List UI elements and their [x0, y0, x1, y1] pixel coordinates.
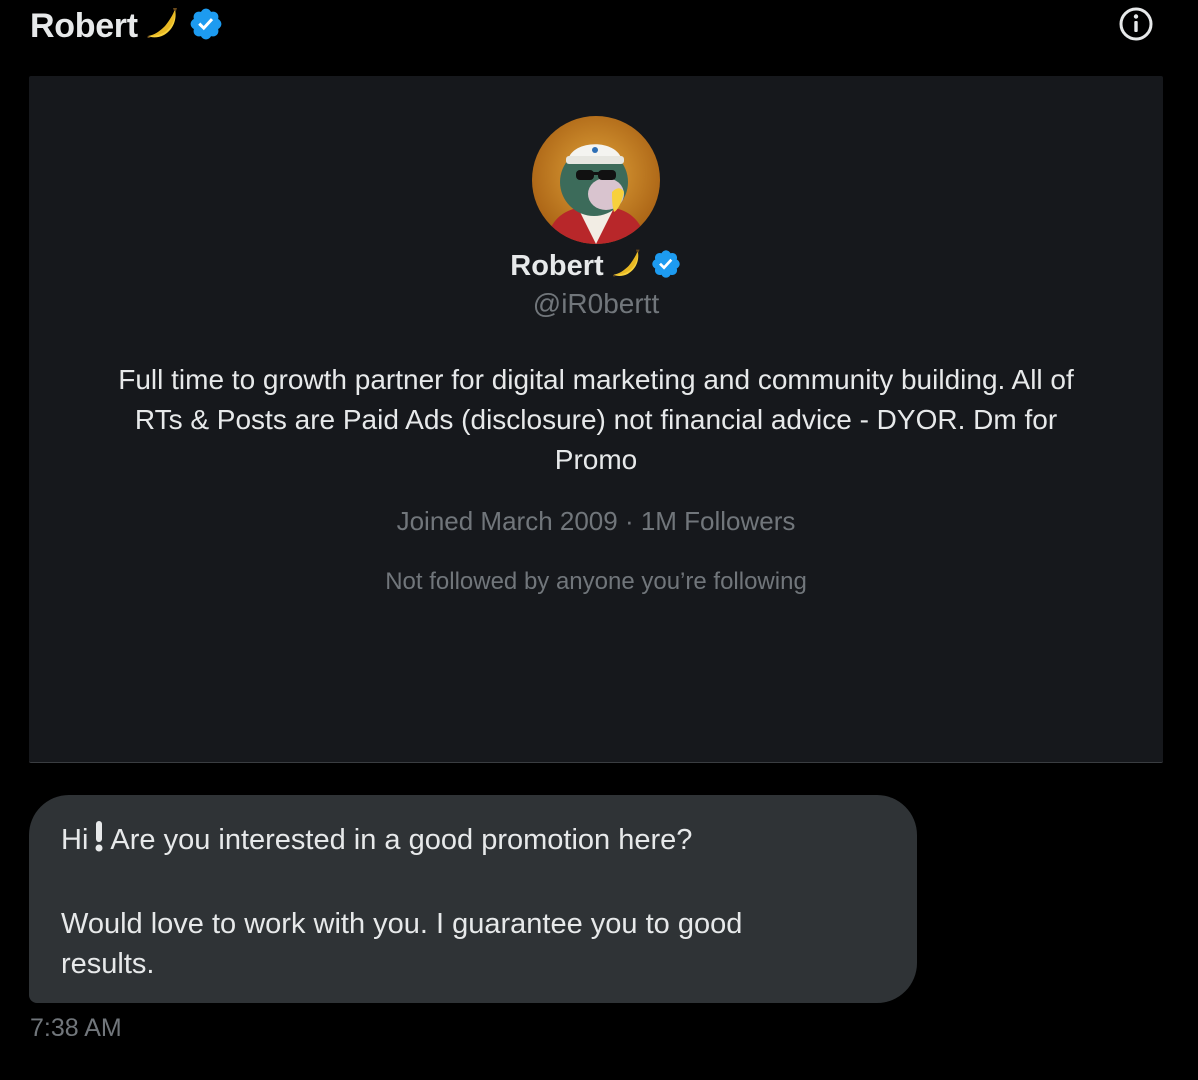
followed-by-note: Not followed by anyone you’re following	[385, 568, 807, 595]
message-line: Would love to work with you. I guarantee…	[61, 908, 743, 940]
info-icon[interactable]	[1118, 6, 1154, 42]
avatar[interactable]	[532, 116, 660, 244]
profile-name: Robert	[510, 249, 604, 282]
verified-badge-icon	[188, 6, 224, 47]
message-line: results.	[61, 948, 155, 980]
message-text: Are you interested in a good promotion h…	[110, 824, 693, 857]
exclamation-icon	[94, 819, 104, 864]
bio-line: Full time to growth partner for digital …	[118, 364, 1074, 395]
profile-handle: @iR0bertt	[532, 288, 660, 319]
banana-icon	[610, 247, 644, 286]
bio-line: RTs & Posts are Paid Ads (disclosure) no…	[134, 404, 1058, 435]
bio-line: Promo	[554, 444, 638, 475]
profile-meta: Joined March 2009 · 1M Followers	[396, 506, 796, 536]
profile-bio: Full time to growth partner for digital …	[49, 360, 1143, 480]
profile-name-row[interactable]: Robert	[29, 244, 1163, 288]
header-title[interactable]: Robert	[30, 4, 224, 48]
profile-card[interactable]: Robert @iR0bertt Full time to growth par…	[29, 76, 1163, 763]
conversation-header: Robert	[0, 0, 1198, 56]
header-name: Robert	[30, 6, 138, 45]
banana-icon	[144, 5, 182, 48]
message-greeting: Hi	[61, 824, 89, 857]
message-timestamp: 7:38 AM	[30, 1014, 122, 1042]
message-bubble[interactable]: Hi Are you interested in a good promotion…	[29, 795, 917, 1003]
verified-badge-icon	[650, 248, 682, 285]
message-line: Hi Are you interested in a good promotion…	[61, 819, 885, 864]
